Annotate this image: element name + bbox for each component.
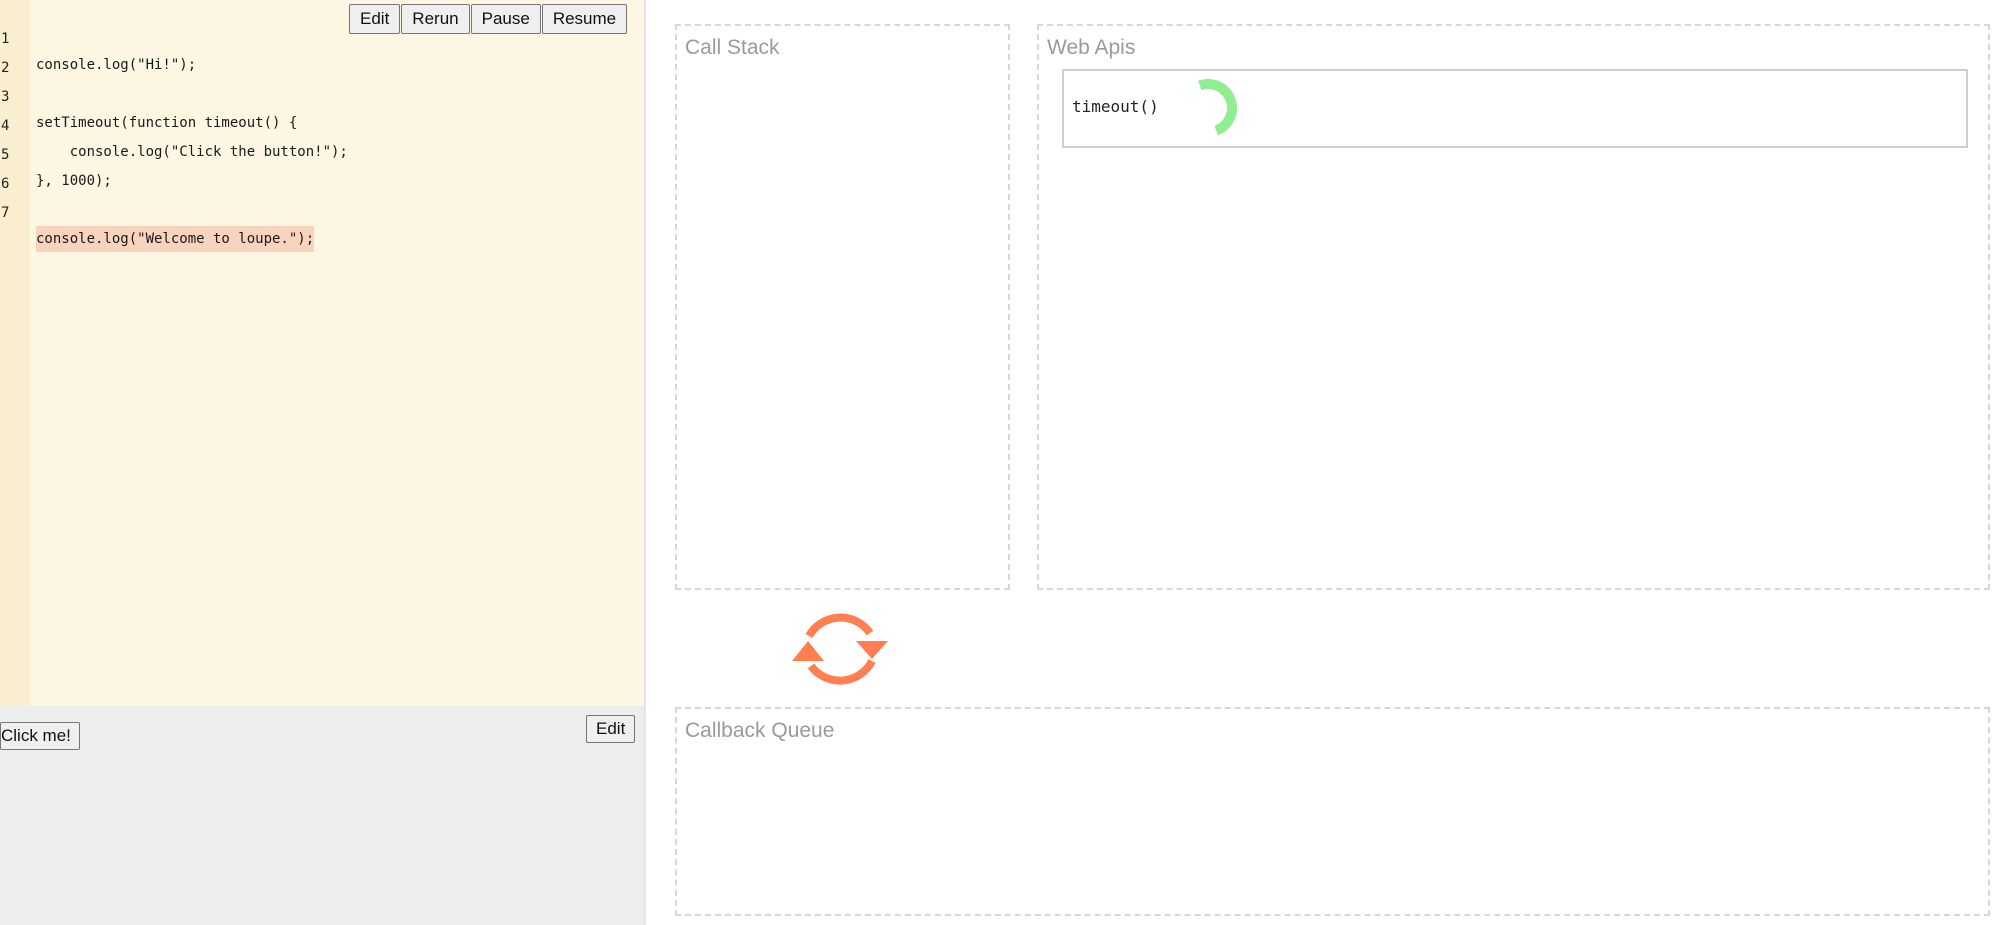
edit-button[interactable]: Edit xyxy=(349,4,401,34)
call-stack-panel: Call Stack xyxy=(675,24,1010,590)
line-code-highlighted: console.log("Welcome to loupe."); xyxy=(36,226,315,252)
progress-spinner-icon xyxy=(1198,79,1237,136)
panel-title: Callback Queue xyxy=(685,719,835,742)
html-output-area xyxy=(0,706,644,925)
editor-toolbar: Edit Rerun Pause Resume xyxy=(349,4,628,34)
code-line: 4 console.log("Click the button!"); xyxy=(0,87,640,160)
event-loop-icon xyxy=(792,613,888,685)
resume-button[interactable]: Resume xyxy=(541,4,628,34)
code-editor[interactable]: 1 console.log("Hi!"); 2 3 setTimeout(fun… xyxy=(0,0,644,706)
output-edit-button[interactable]: Edit xyxy=(586,715,636,743)
code-line: 5 }, 1000); xyxy=(0,116,640,189)
code-line: 3 setTimeout(function timeout() { xyxy=(0,58,640,131)
code-line: 6 xyxy=(0,145,640,192)
web-api-label: timeout() xyxy=(1072,97,1159,116)
panel-title: Call Stack xyxy=(685,36,780,59)
rerun-button[interactable]: Rerun xyxy=(401,4,470,34)
pause-button[interactable]: Pause xyxy=(470,4,541,34)
code-line-current: 7 console.log("Welcome to loupe."); xyxy=(0,174,640,252)
callback-queue-panel: Callback Queue xyxy=(675,707,1990,916)
panel-title: Web Apis xyxy=(1047,36,1136,59)
left-pane: 1 console.log("Hi!"); 2 3 setTimeout(fun… xyxy=(0,0,646,925)
line-number: 7 xyxy=(1,205,10,221)
web-api-item: timeout() xyxy=(1062,69,1968,148)
click-me-button[interactable]: Click me! xyxy=(0,722,80,750)
